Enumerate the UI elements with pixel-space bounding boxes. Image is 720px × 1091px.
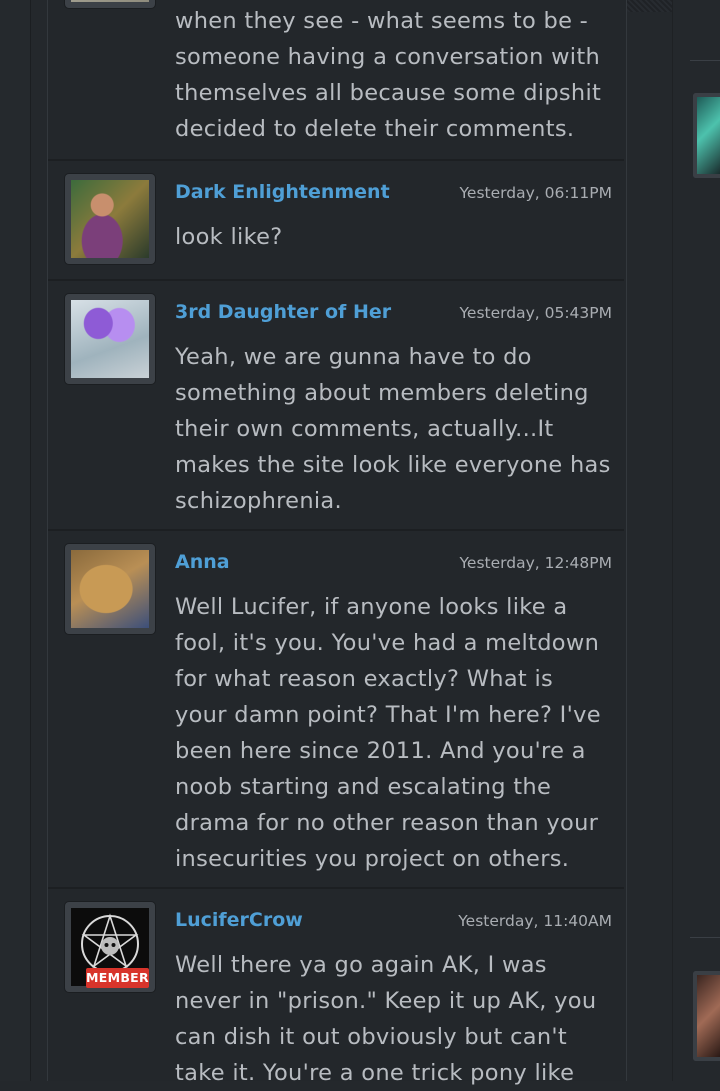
comment-body: when they see - what seems to be - someo… [175, 8, 602, 142]
comment-item: when they see - what seems to be - someo… [48, 0, 624, 160]
comment-body: Well there ya go again AK, I was never i… [175, 952, 597, 1086]
avatar[interactable] [65, 544, 155, 634]
comment-author-link[interactable]: LuciferCrow [175, 909, 303, 931]
member-badge: MEMBER [86, 968, 149, 988]
comment-body: look like? [175, 224, 283, 250]
comment-item: 3rd Daughter of Her Yesterday, 05:43PM Y… [48, 279, 624, 529]
avatar[interactable] [65, 174, 155, 264]
comment-item: MEMBER LuciferCrow Yesterday, 11:40AM We… [48, 887, 624, 1086]
sidebar-divider [690, 937, 720, 938]
comment-body: Well Lucifer, if anyone looks like a foo… [175, 594, 601, 872]
comment-timestamp: Yesterday, 12:48PM [459, 554, 613, 572]
sidebar-thumbnail[interactable] [693, 971, 720, 1061]
comment-author-link[interactable]: Dark Enlightenment [175, 181, 390, 203]
comment-timestamp: Yesterday, 05:43PM [459, 304, 613, 322]
avatar[interactable] [65, 294, 155, 384]
avatar[interactable]: MEMBER [65, 902, 155, 992]
comment-author-link[interactable]: 3rd Daughter of Her [175, 301, 391, 323]
left-gutter [0, 0, 31, 1081]
sidebar-thumbnail[interactable] [693, 93, 720, 178]
comment-author-link[interactable]: Anna [175, 551, 230, 573]
sidebar-divider [690, 60, 720, 61]
comment-timestamp: Yesterday, 06:11PM [459, 184, 613, 202]
comment-item: Dark Enlightenment Yesterday, 06:11PM lo… [48, 159, 624, 279]
comment-item: Anna Yesterday, 12:48PM Well Lucifer, if… [48, 529, 624, 887]
comment-body: Yeah, we are gunna have to do something … [175, 344, 611, 514]
avatar[interactable] [65, 0, 155, 8]
comment-timestamp: Yesterday, 11:40AM [458, 912, 612, 930]
